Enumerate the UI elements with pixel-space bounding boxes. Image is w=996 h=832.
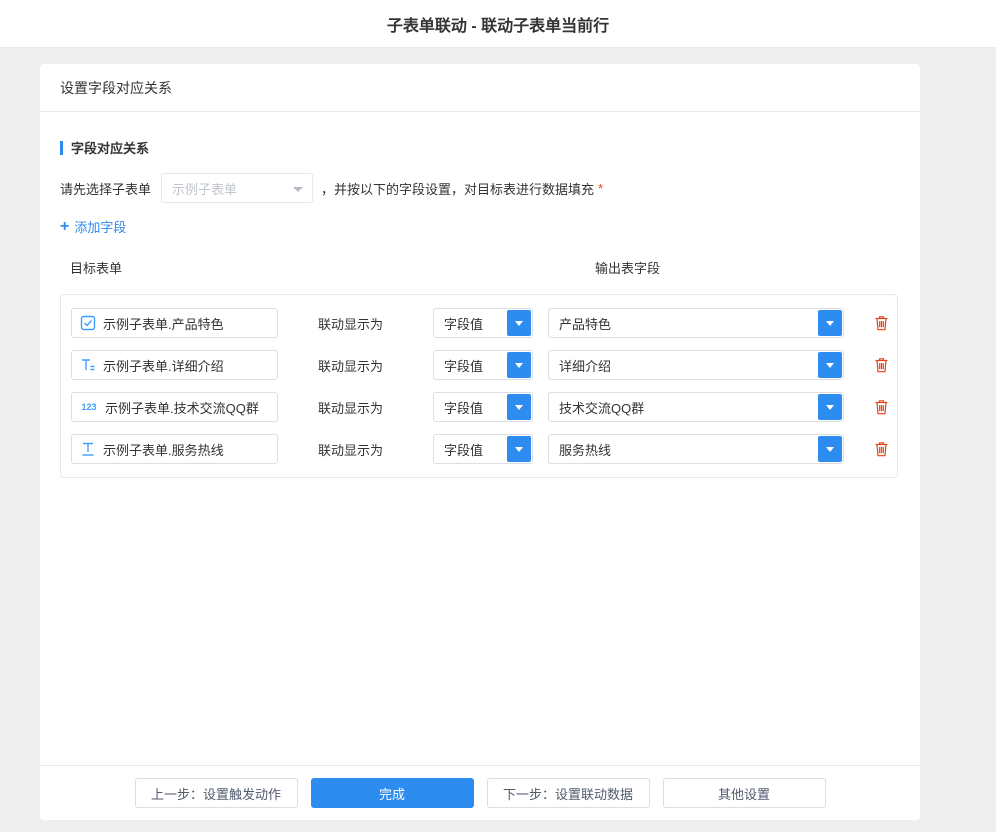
checkbox-field-icon xyxy=(80,315,96,331)
target-field-input[interactable]: 123 示例子表单.技术交流QQ群 xyxy=(71,392,278,422)
subform-select-value: 示例子表单 xyxy=(172,179,237,198)
subform-select-row: 请先选择子表单 示例子表单 ，并按以下的字段设置，对目标表进行数据填充 * xyxy=(60,173,900,203)
add-field-button[interactable]: + 添加字段 xyxy=(60,217,126,236)
delete-row-button[interactable] xyxy=(874,441,889,457)
card-title: 设置字段对应关系 xyxy=(60,78,172,98)
other-settings-button[interactable]: 其他设置 xyxy=(663,778,826,808)
card-header: 设置字段对应关系 xyxy=(40,64,920,112)
output-field-value: 技术交流QQ群 xyxy=(549,393,843,421)
value-type-select[interactable]: 字段值 xyxy=(433,392,533,422)
subform-select-label: 请先选择子表单 xyxy=(60,179,151,198)
add-field-label: 添加字段 xyxy=(74,217,126,236)
chevron-down-icon[interactable] xyxy=(507,436,531,462)
target-field-name: 示例子表单.详细介绍 xyxy=(103,356,224,375)
value-type-select[interactable]: 字段值 xyxy=(433,350,533,380)
output-field-select[interactable]: 详细介绍 xyxy=(548,350,844,380)
link-mode-label: 联动显示为 xyxy=(318,440,383,459)
output-field-select[interactable]: 技术交流QQ群 xyxy=(548,392,844,422)
page-title: 子表单联动 - 联动子表单当前行 xyxy=(387,12,609,36)
card-footer: 上一步：设置触发动作 完成 下一步：设置联动数据 其他设置 xyxy=(40,765,920,820)
delete-row-button[interactable] xyxy=(874,357,889,373)
col-output-header: 输出表字段 xyxy=(595,258,660,277)
delete-row-button[interactable] xyxy=(874,399,889,415)
card-body: 字段对应关系 请先选择子表单 示例子表单 ，并按以下的字段设置，对目标表进行数据… xyxy=(40,112,920,765)
accent-bar xyxy=(60,141,63,155)
subform-select[interactable]: 示例子表单 xyxy=(161,173,313,203)
chevron-down-icon[interactable] xyxy=(507,352,531,378)
textarea-field-icon xyxy=(80,357,96,373)
chevron-down-icon[interactable] xyxy=(818,352,842,378)
field-mapping-row: 示例子表单.服务热线 联动显示为 字段值 服务热线 xyxy=(71,428,889,470)
delete-row-button[interactable] xyxy=(874,315,889,331)
number-field-icon: 123 xyxy=(80,399,98,415)
prev-step-button[interactable]: 上一步：设置触发动作 xyxy=(135,778,298,808)
link-mode-label: 联动显示为 xyxy=(318,356,383,375)
page-content: 设置字段对应关系 字段对应关系 请先选择子表单 示例子表单 ，并按以下的字段设置… xyxy=(0,48,996,820)
output-field-select[interactable]: 服务热线 xyxy=(548,434,844,464)
chevron-down-icon[interactable] xyxy=(507,310,531,336)
output-field-value: 服务热线 xyxy=(549,435,843,463)
chevron-down-icon[interactable] xyxy=(818,310,842,336)
output-field-select[interactable]: 产品特色 xyxy=(548,308,844,338)
target-field-name: 示例子表单.服务热线 xyxy=(103,440,224,459)
target-field-input[interactable]: 示例子表单.详细介绍 xyxy=(71,350,278,380)
link-mode-label: 联动显示为 xyxy=(318,398,383,417)
select-suffix-text: ，并按以下的字段设置，对目标表进行数据填充 xyxy=(321,179,594,198)
link-mode-label: 联动显示为 xyxy=(318,314,383,333)
text-field-icon xyxy=(80,441,96,457)
finish-button[interactable]: 完成 xyxy=(311,778,474,808)
field-mapping-row: 123 示例子表单.技术交流QQ群 联动显示为 字段值 技术交流QQ群 xyxy=(71,386,889,428)
chevron-down-icon xyxy=(293,187,303,192)
output-field-value: 产品特色 xyxy=(549,309,843,337)
chevron-down-icon[interactable] xyxy=(818,394,842,420)
output-field-value: 详细介绍 xyxy=(549,351,843,379)
target-field-input[interactable]: 示例子表单.服务热线 xyxy=(71,434,278,464)
field-mapping-row: 示例子表单.产品特色 联动显示为 字段值 产品特色 xyxy=(71,302,889,344)
target-field-name: 示例子表单.技术交流QQ群 xyxy=(105,398,259,417)
plus-icon: + xyxy=(60,218,69,236)
page-header: 子表单联动 - 联动子表单当前行 xyxy=(0,0,996,48)
col-target-header: 目标表单 xyxy=(70,258,122,277)
settings-card: 设置字段对应关系 字段对应关系 请先选择子表单 示例子表单 ，并按以下的字段设置… xyxy=(40,64,920,820)
next-step-button[interactable]: 下一步：设置联动数据 xyxy=(487,778,650,808)
value-type-select[interactable]: 字段值 xyxy=(433,308,533,338)
target-field-input[interactable]: 示例子表单.产品特色 xyxy=(71,308,278,338)
field-mapping-list: 示例子表单.产品特色 联动显示为 字段值 产品特色 xyxy=(60,294,898,478)
required-asterisk: * xyxy=(598,181,603,196)
field-mapping-row: 示例子表单.详细介绍 联动显示为 字段值 详细介绍 xyxy=(71,344,889,386)
target-field-name: 示例子表单.产品特色 xyxy=(103,314,224,333)
section-title-text: 字段对应关系 xyxy=(71,138,149,157)
chevron-down-icon[interactable] xyxy=(507,394,531,420)
column-headers: 目标表单 输出表字段 xyxy=(60,258,900,276)
section-title: 字段对应关系 xyxy=(60,138,900,157)
value-type-select[interactable]: 字段值 xyxy=(433,434,533,464)
chevron-down-icon[interactable] xyxy=(818,436,842,462)
